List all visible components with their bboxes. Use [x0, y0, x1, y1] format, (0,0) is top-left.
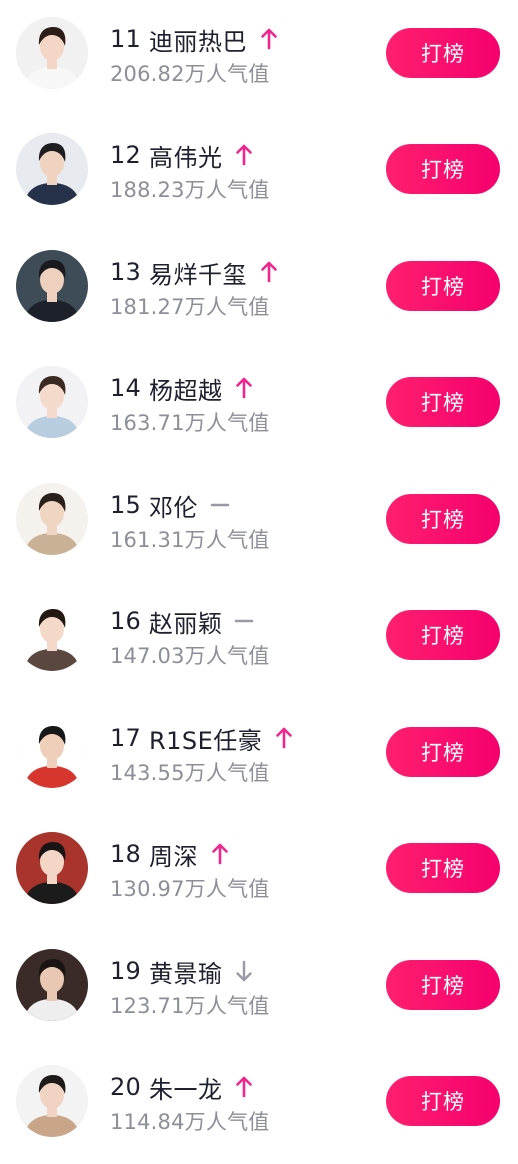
name-line: 19 黄景瑜: [110, 954, 254, 988]
vote-button[interactable]: 打榜: [386, 843, 500, 893]
artist-name[interactable]: 朱一龙: [149, 1070, 223, 1105]
artist-name[interactable]: 邓伦: [149, 488, 198, 523]
name-line: 15 邓伦: [110, 488, 230, 522]
rank-row[interactable]: 16 赵丽颖 147.03万人气值 打榜: [0, 582, 518, 698]
arrow-up-icon: [259, 27, 279, 51]
rank-row[interactable]: 20 朱一龙 114.84万人气值 打榜: [0, 1048, 518, 1164]
rank-row[interactable]: 15 邓伦 161.31万人气值 打榜: [0, 466, 518, 582]
avatar[interactable]: [16, 1065, 88, 1137]
name-line: 20 朱一龙: [110, 1070, 254, 1104]
popularity-value: 114.84万人气值: [110, 1110, 270, 1134]
avatar[interactable]: [16, 17, 88, 89]
rank-row[interactable]: 12 高伟光 188.23万人气值 打榜: [0, 116, 518, 232]
rank-number: 13: [110, 258, 141, 286]
name-line: 13 易烊千玺: [110, 255, 279, 289]
ranking-list: 11 迪丽热巴 206.82万人气值 打榜 12 高伟光 188.23万人气值 …: [0, 0, 518, 1152]
vote-button[interactable]: 打榜: [386, 28, 500, 78]
avatar[interactable]: [16, 599, 88, 671]
avatar[interactable]: [16, 716, 88, 788]
rank-number: 12: [110, 141, 141, 169]
vote-button[interactable]: 打榜: [386, 494, 500, 544]
popularity-value: 143.55万人气值: [110, 761, 270, 785]
vote-button[interactable]: 打榜: [386, 261, 500, 311]
avatar[interactable]: [16, 483, 88, 555]
rank-row[interactable]: 17 R1SE任豪 143.55万人气值 打榜: [0, 699, 518, 815]
name-line: 14 杨超越: [110, 371, 254, 405]
rank-number: 14: [110, 374, 141, 402]
name-line: 17 R1SE任豪: [110, 721, 294, 755]
popularity-value: 130.97万人气值: [110, 877, 270, 901]
rank-row[interactable]: 13 易烊千玺 181.27万人气值 打榜: [0, 233, 518, 349]
vote-button[interactable]: 打榜: [386, 144, 500, 194]
popularity-value: 188.23万人气值: [110, 178, 270, 202]
artist-name[interactable]: R1SE任豪: [149, 721, 262, 756]
popularity-value: 123.71万人气值: [110, 994, 270, 1018]
name-line: 16 赵丽颖: [110, 604, 254, 638]
popularity-value: 163.71万人气值: [110, 411, 270, 435]
arrow-up-icon: [259, 260, 279, 284]
avatar[interactable]: [16, 949, 88, 1021]
arrow-up-icon: [234, 1075, 254, 1099]
arrow-up-icon: [210, 842, 230, 866]
arrow-up-icon: [234, 376, 254, 400]
vote-button[interactable]: 打榜: [386, 377, 500, 427]
popularity-value: 181.27万人气值: [110, 295, 270, 319]
rank-number: 18: [110, 840, 141, 868]
rank-row[interactable]: 19 黄景瑜 123.71万人气值 打榜: [0, 932, 518, 1048]
artist-name[interactable]: 黄景瑜: [149, 954, 223, 989]
artist-name[interactable]: 杨超越: [149, 371, 223, 406]
vote-button[interactable]: 打榜: [386, 960, 500, 1010]
rank-number: 16: [110, 607, 141, 635]
rank-number: 20: [110, 1073, 141, 1101]
popularity-value: 147.03万人气值: [110, 644, 270, 668]
avatar[interactable]: [16, 832, 88, 904]
name-line: 18 周深: [110, 837, 230, 871]
artist-name[interactable]: 高伟光: [149, 138, 223, 173]
vote-button[interactable]: 打榜: [386, 610, 500, 660]
vote-button[interactable]: 打榜: [386, 727, 500, 777]
rank-row[interactable]: 11 迪丽热巴 206.82万人气值 打榜: [0, 0, 518, 116]
rank-number: 19: [110, 957, 141, 985]
artist-name[interactable]: 赵丽颖: [149, 604, 223, 639]
rank-number: 15: [110, 491, 141, 519]
rank-number: 17: [110, 724, 141, 752]
avatar[interactable]: [16, 250, 88, 322]
popularity-value: 206.82万人气值: [110, 62, 270, 86]
dash-icon: [234, 609, 254, 633]
name-line: 11 迪丽热巴: [110, 22, 279, 56]
popularity-value: 161.31万人气值: [110, 528, 270, 552]
rank-row[interactable]: 14 杨超越 163.71万人气值 打榜: [0, 349, 518, 465]
artist-name[interactable]: 周深: [149, 837, 198, 872]
arrow-down-icon: [234, 959, 254, 983]
rank-row[interactable]: 18 周深 130.97万人气值 打榜: [0, 815, 518, 931]
arrow-up-icon: [234, 143, 254, 167]
vote-button[interactable]: 打榜: [386, 1076, 500, 1126]
rank-number: 11: [110, 25, 141, 53]
artist-name[interactable]: 易烊千玺: [149, 255, 247, 290]
name-line: 12 高伟光: [110, 138, 254, 172]
artist-name[interactable]: 迪丽热巴: [149, 22, 247, 57]
avatar[interactable]: [16, 366, 88, 438]
arrow-up-icon: [274, 726, 294, 750]
avatar[interactable]: [16, 133, 88, 205]
dash-icon: [210, 493, 230, 517]
